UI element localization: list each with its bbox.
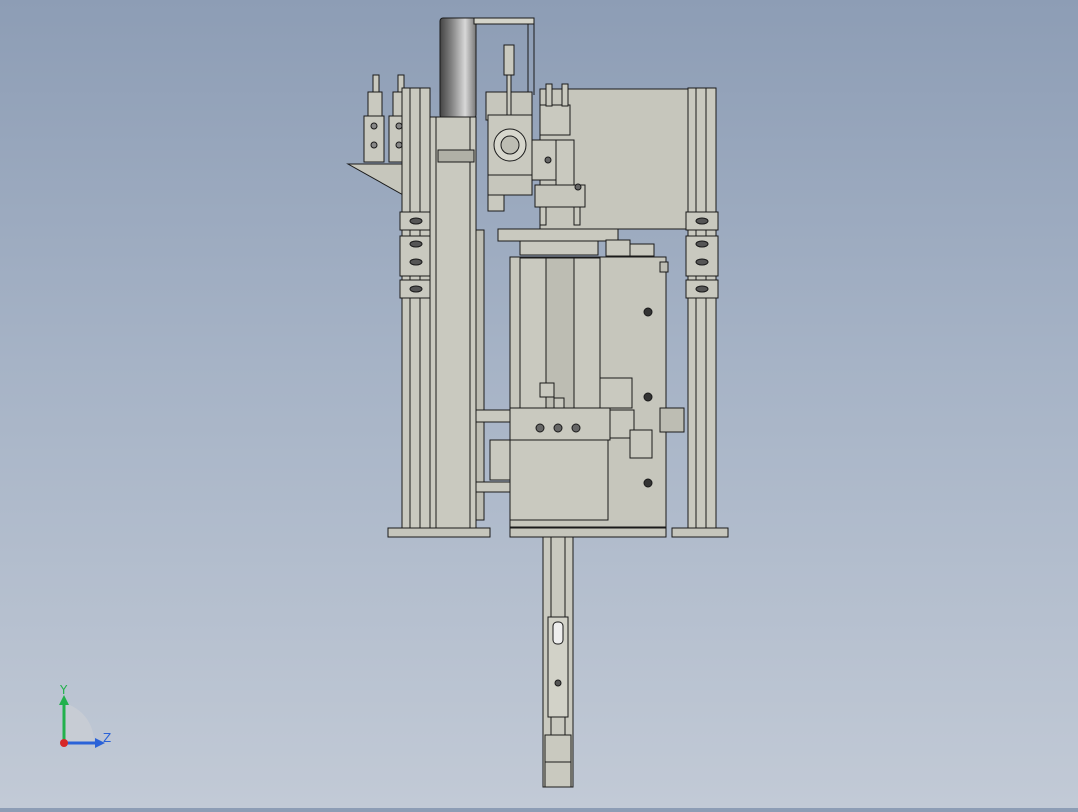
foot-left: [387, 527, 491, 538]
foot-center: [509, 527, 667, 538]
triad-y-label: Y: [60, 683, 68, 697]
right-rail: [687, 87, 717, 529]
left-outer-rail: [401, 87, 431, 529]
cad-graphics-viewport[interactable]: [0, 0, 1078, 808]
belt-wheel: [439, 17, 477, 119]
assembly-drawing: [346, 17, 729, 788]
coordinate-triad: Y Z: [50, 683, 120, 755]
triad-z-label: Z: [103, 731, 112, 745]
foot-right: [671, 527, 729, 538]
cross-bar: [497, 228, 619, 242]
servo-motor: [485, 44, 533, 196]
linear-actuator: [542, 536, 574, 788]
left-tall-column: [429, 116, 477, 530]
